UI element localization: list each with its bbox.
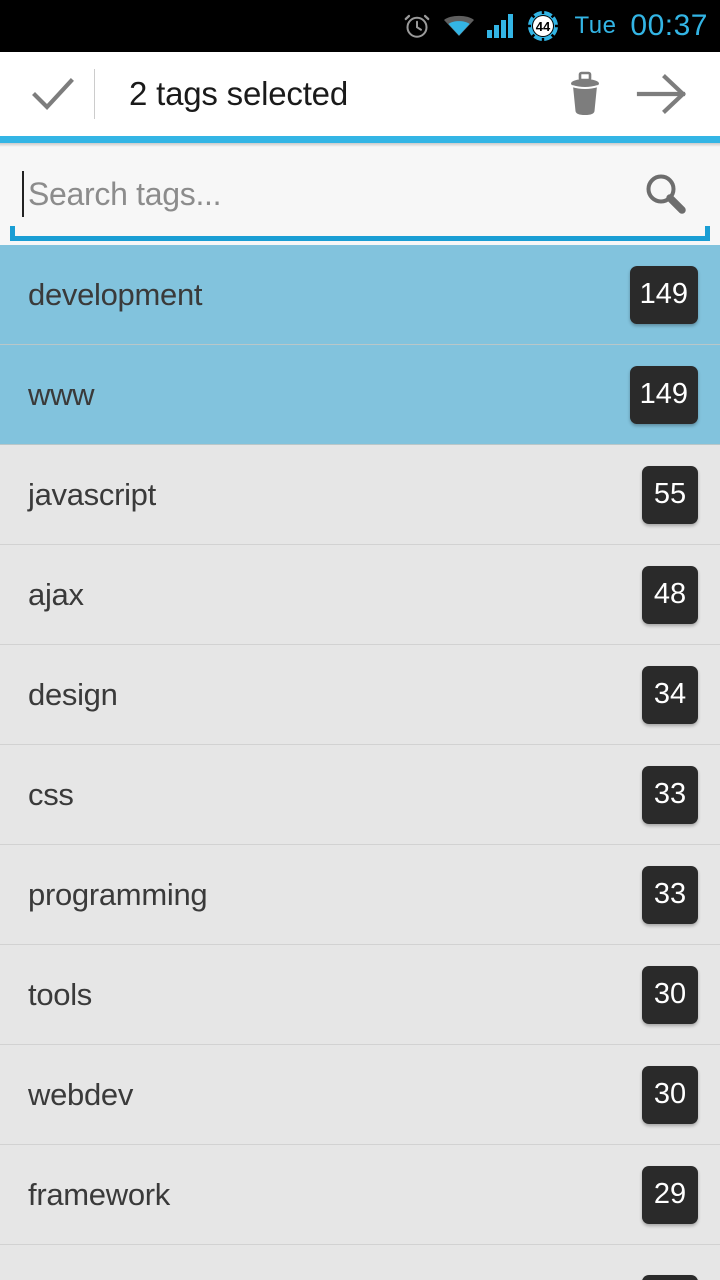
search-icon (646, 174, 686, 214)
tag-label: development (28, 276, 203, 312)
arrow-right-icon (636, 74, 687, 114)
tag-count-badge: 149 (629, 365, 698, 424)
tag-label: webdev (28, 1076, 134, 1112)
tag-count-badge: 48 (642, 565, 698, 624)
tag-row[interactable]: webdev 30 (0, 1045, 720, 1145)
tag-row[interactable]: www 149 (0, 345, 720, 445)
status-day: Tue (574, 12, 617, 39)
tag-row[interactable]: framework 29 (0, 1145, 720, 1245)
tag-label: programming (28, 876, 208, 912)
trash-icon (571, 71, 599, 115)
tag-row[interactable] (0, 1245, 720, 1280)
tag-list[interactable]: development 149 www 149 javascript 55 ajax 48 de… (0, 245, 720, 1280)
cellular-signal-icon (486, 13, 516, 39)
tag-label: design (28, 676, 118, 712)
alarm-clock-icon (402, 11, 432, 41)
toolbar-divider (94, 69, 95, 119)
tag-row[interactable]: javascript 55 (0, 445, 720, 545)
delete-tags-button[interactable] (546, 52, 624, 136)
sync-badge-count: 44 (536, 19, 551, 34)
wifi-icon (442, 13, 476, 39)
search-bar[interactable]: Search tags... (0, 143, 720, 245)
tag-label: www (28, 376, 95, 412)
tag-count-badge: 33 (642, 865, 698, 924)
action-bar: 2 tags selected (0, 52, 720, 136)
tag-count-badge: 33 (642, 765, 698, 824)
tag-row[interactable]: development 149 (0, 245, 720, 345)
tag-row[interactable]: ajax 48 (0, 545, 720, 645)
tag-count-badge: 34 (642, 665, 698, 724)
confirm-selection-button[interactable] (22, 68, 84, 120)
tag-count-badge: 55 (642, 465, 698, 524)
tag-label: framework (28, 1176, 170, 1212)
tag-count-badge: 29 (642, 1165, 698, 1224)
tag-count-badge: 30 (642, 1065, 698, 1124)
tag-label: javascript (28, 476, 156, 512)
underline-tick-left (10, 226, 15, 241)
search-submit-button[interactable] (632, 168, 698, 220)
status-bar: 44 Tue 00:37 (0, 0, 720, 52)
tag-row[interactable]: css 33 (0, 745, 720, 845)
tag-label: ajax (28, 576, 84, 612)
search-input[interactable]: Search tags... (28, 176, 632, 213)
tag-count-badge (642, 1275, 698, 1280)
checkmark-icon (32, 78, 74, 111)
underline-tick-right (705, 226, 710, 241)
text-cursor (22, 171, 24, 217)
page-title: 2 tags selected (129, 75, 348, 112)
tag-row[interactable]: programming 33 (0, 845, 720, 945)
status-clock: 00:37 (630, 9, 708, 42)
search-underline (10, 225, 710, 241)
tag-count-badge: 30 (642, 965, 698, 1024)
sync-gear-icon: 44 (526, 9, 560, 43)
tag-label: css (28, 776, 74, 812)
underline-line (10, 236, 710, 241)
tag-label: tools (28, 976, 92, 1012)
accent-bar (0, 136, 720, 143)
tag-count-badge: 149 (629, 265, 698, 324)
tag-row[interactable]: design 34 (0, 645, 720, 745)
next-step-button[interactable] (624, 52, 702, 136)
tag-row[interactable]: tools 30 (0, 945, 720, 1045)
